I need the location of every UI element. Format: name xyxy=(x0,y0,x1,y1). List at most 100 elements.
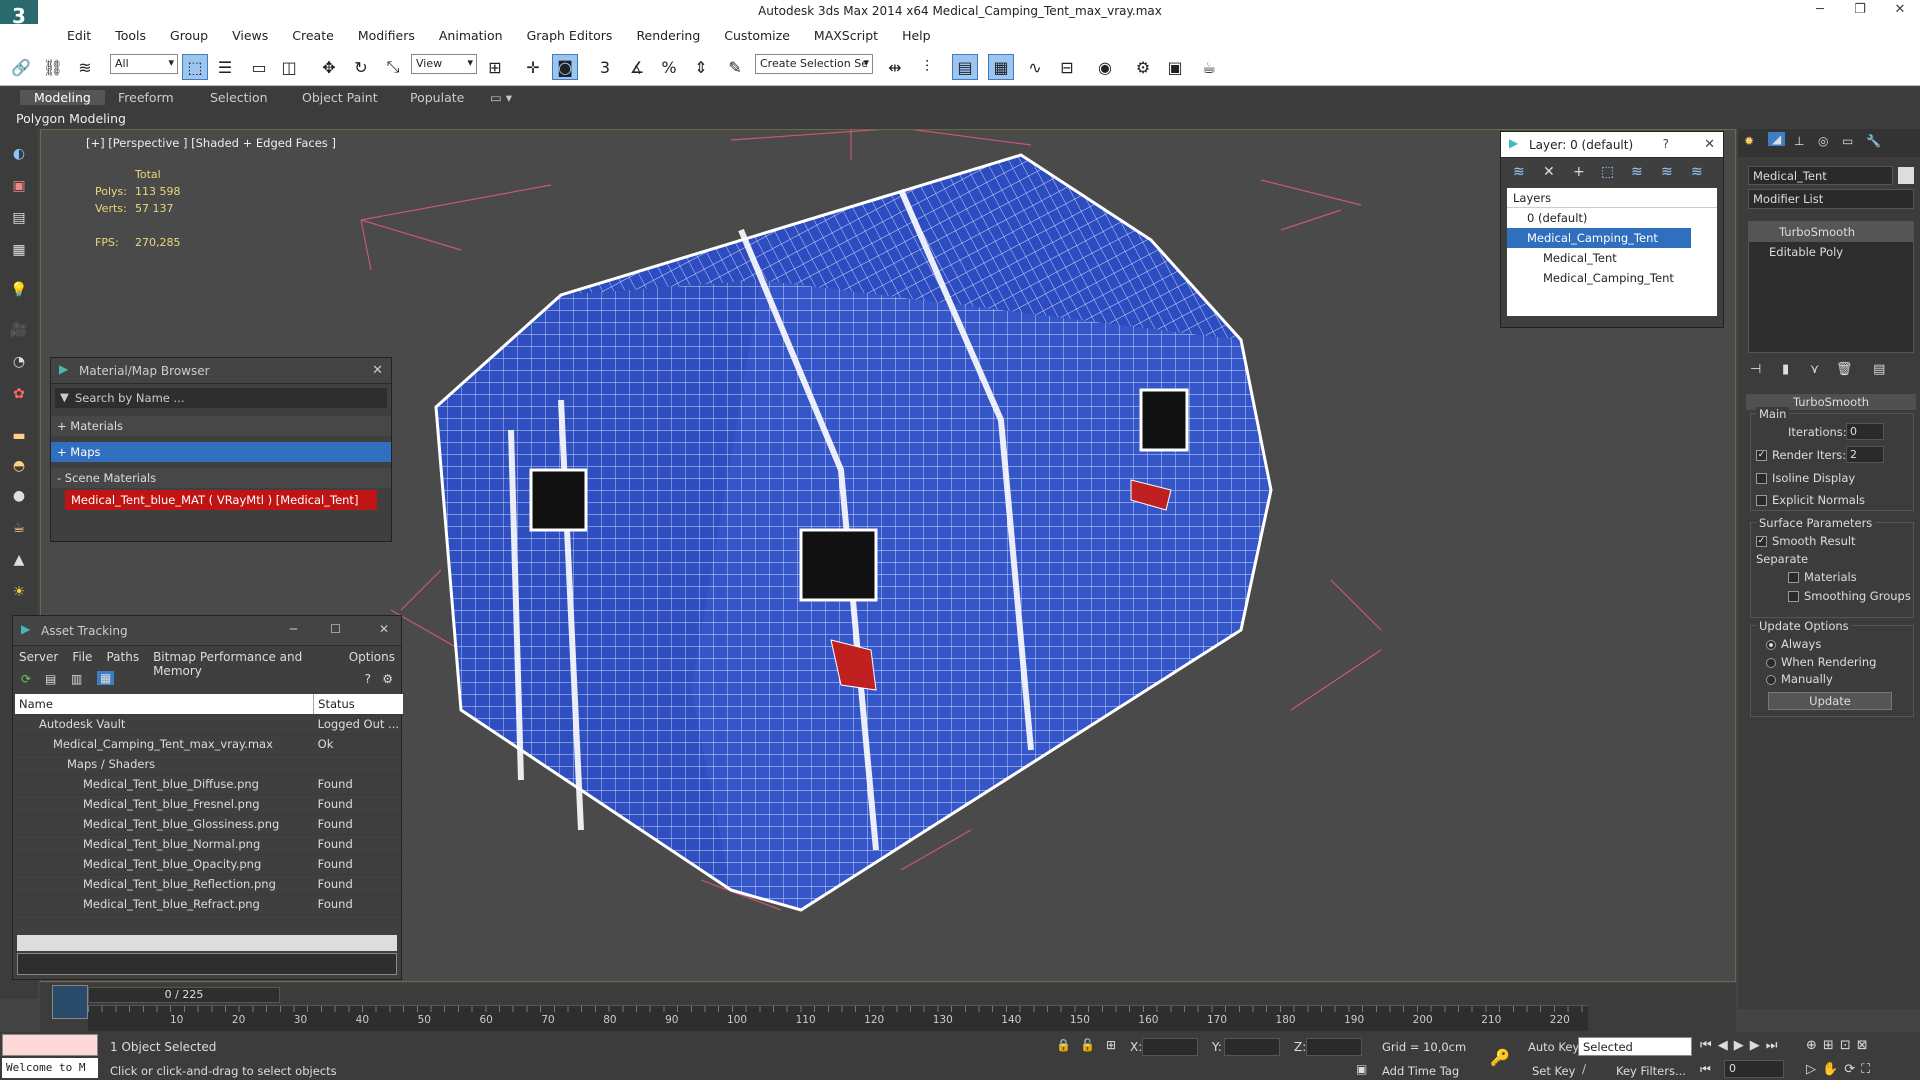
ref-coord-dropdown[interactable]: View xyxy=(411,54,477,74)
object-name-field[interactable]: Medical_Tent xyxy=(1748,166,1893,185)
select-in-layer-icon[interactable]: ⬚ xyxy=(1601,164,1614,180)
stack-item-turbosmooth[interactable]: TurboSmooth xyxy=(1749,222,1913,242)
fov-icon[interactable]: ▷ xyxy=(1806,1062,1822,1077)
box-icon[interactable]: ▬ xyxy=(8,425,30,447)
ribbon-options-icon[interactable]: ▭ ▾ xyxy=(490,90,512,105)
sun-icon[interactable]: ☀ xyxy=(8,581,30,603)
ribbon-polygon-modeling[interactable]: Polygon Modeling xyxy=(16,111,126,126)
list-icon[interactable]: ▤ xyxy=(45,672,56,686)
menu-views[interactable]: Views xyxy=(220,28,280,43)
layers-icon[interactable]: ▤ xyxy=(8,207,30,229)
key-mode-icon[interactable]: ⏮ xyxy=(1700,1062,1711,1077)
table-row[interactable]: Medical_Tent_blue_Opacity.png Found xyxy=(15,854,403,875)
menu-customize[interactable]: Customize xyxy=(712,28,802,43)
menu-help[interactable]: Help xyxy=(890,28,943,43)
table-row[interactable]: Medical_Camping_Tent_max_vray.max Ok xyxy=(15,734,403,755)
maximize-icon[interactable]: ☐ xyxy=(330,622,341,636)
rect-selection-icon[interactable]: ▭ xyxy=(246,54,272,80)
remove-modifier-icon[interactable]: 🗑 xyxy=(1836,362,1853,377)
menu-graph-editors[interactable]: Graph Editors xyxy=(515,28,625,43)
material-search-input[interactable]: ▼ Search by Name ... xyxy=(55,388,387,408)
goto-start-icon[interactable]: ⏮ xyxy=(1700,1038,1718,1053)
select-object-icon[interactable]: ⬚ xyxy=(182,54,208,80)
detail-icon[interactable]: ▥ xyxy=(71,672,82,686)
iterations-spinner[interactable]: 0 xyxy=(1846,423,1884,440)
show-end-result-icon[interactable]: ▮ xyxy=(1782,362,1789,377)
time-slider[interactable]: 0 / 225 xyxy=(88,987,280,1003)
render-production-icon[interactable]: ☕ xyxy=(1196,54,1222,80)
make-unique-icon[interactable]: ⋎ xyxy=(1810,362,1820,377)
tab-object-paint[interactable]: Object Paint xyxy=(302,90,378,105)
prev-frame-icon[interactable]: ◀ xyxy=(1718,1038,1734,1053)
col-name-header[interactable]: Name xyxy=(15,694,314,715)
schematic-view-icon[interactable]: ⊟ xyxy=(1054,54,1080,80)
when-rendering-radio[interactable] xyxy=(1766,657,1776,668)
add-to-layer-icon[interactable]: + xyxy=(1573,164,1585,180)
pivot-icon[interactable]: ⊞ xyxy=(482,54,508,80)
tab-selection[interactable]: Selection xyxy=(210,90,268,105)
table-row[interactable]: Medical_Tent_blue_Refract.png Found xyxy=(15,894,403,915)
close-button[interactable]: ✕ xyxy=(1880,2,1920,22)
play-icon[interactable]: ▶ xyxy=(1734,1038,1750,1053)
select-by-name-icon[interactable]: ☰ xyxy=(212,54,238,80)
zoom-all-icon[interactable]: ⊞ xyxy=(1823,1038,1840,1053)
add-time-tag[interactable]: Add Time Tag xyxy=(1382,1064,1459,1078)
menu-edit[interactable]: Edit xyxy=(55,28,103,43)
light-icon[interactable]: 💡 xyxy=(8,279,30,301)
sphere-icon[interactable]: ● xyxy=(8,485,30,507)
pan-icon[interactable]: ✋ xyxy=(1822,1062,1844,1077)
smoothing-groups-checkbox[interactable] xyxy=(1788,591,1799,602)
table-row[interactable]: Maps / Shaders xyxy=(15,754,403,775)
hierarchy-tab-icon[interactable]: ⊥ xyxy=(1794,134,1804,148)
highlight-layer-icon[interactable]: ≋ xyxy=(1631,164,1643,180)
current-frame-field[interactable]: 0 xyxy=(1724,1060,1784,1078)
freeze-layer-icon[interactable]: ≋ xyxy=(1691,164,1703,180)
render-iters-spinner[interactable]: 2 xyxy=(1846,446,1884,463)
scale-icon[interactable]: ⤡ xyxy=(380,54,406,80)
absolute-mode-icon[interactable]: ⊞ xyxy=(1106,1038,1116,1052)
asset-menu-paths[interactable]: Paths xyxy=(106,650,139,664)
modify-tab-icon[interactable]: ◢ xyxy=(1768,132,1786,146)
maximize-viewport-icon[interactable]: ⛶ xyxy=(1861,1062,1876,1077)
delete-layer-icon[interactable]: ✕ xyxy=(1543,164,1555,180)
render-icon[interactable]: ▣ xyxy=(8,175,30,197)
track-bar[interactable]: 10 20 30 40 50 60 70 80 90 100 110 120 130 140 150 160 1… xyxy=(88,1005,1588,1031)
rotate-icon[interactable]: ↻ xyxy=(348,54,374,80)
layer-object[interactable]: Medical_Tent xyxy=(1507,248,1717,268)
mirror-icon[interactable]: ⇹ xyxy=(882,54,908,80)
configure-sets-icon[interactable]: ▤ xyxy=(1873,362,1885,377)
menu-group[interactable]: Group xyxy=(158,28,220,43)
dynamics-icon[interactable]: ✿ xyxy=(8,383,30,405)
render-setup-icon[interactable]: ⚙ xyxy=(1130,54,1156,80)
isoline-checkbox[interactable] xyxy=(1756,473,1767,484)
key-mode-dropdown[interactable]: Selected xyxy=(1578,1037,1692,1056)
y-coordinate-field[interactable] xyxy=(1224,1038,1280,1056)
stack-item-editable-poly[interactable]: Editable Poly xyxy=(1749,242,1913,262)
auto-key-button[interactable]: Auto Key xyxy=(1528,1040,1579,1054)
table-row[interactable]: Medical_Tent_blue_Normal.png Found xyxy=(15,834,403,855)
selection-filter-dropdown[interactable]: All xyxy=(110,54,178,74)
percent-snap-icon[interactable]: % xyxy=(656,54,682,80)
utilities-tab-icon[interactable]: 🔧 xyxy=(1866,134,1881,148)
close-icon[interactable]: ✕ xyxy=(1704,137,1715,152)
orbit-icon[interactable]: ⟳ xyxy=(1844,1062,1861,1077)
col-status-header[interactable]: Status xyxy=(313,694,403,715)
refresh-icon[interactable]: ⟳ xyxy=(21,672,31,686)
new-layer-icon[interactable]: ≋ xyxy=(1513,164,1525,180)
layer-object[interactable]: Medical_Camping_Tent xyxy=(1507,268,1717,288)
render-iters-checkbox[interactable]: ✓ xyxy=(1756,450,1767,461)
zoom-extents-all-icon[interactable]: ⊠ xyxy=(1857,1038,1874,1053)
cone-icon[interactable]: ▲ xyxy=(8,549,30,571)
spinner-snap-icon[interactable]: ⇕ xyxy=(688,54,714,80)
align-icon[interactable]: ⫶ xyxy=(914,54,940,80)
next-frame-icon[interactable]: ▶ xyxy=(1750,1038,1766,1053)
modifier-list-dropdown[interactable]: Modifier List xyxy=(1748,189,1914,209)
layer-item[interactable]: 0 (default) xyxy=(1507,208,1717,228)
window-crossing-icon[interactable]: ◫ xyxy=(276,54,302,80)
menu-animation[interactable]: Animation xyxy=(427,28,515,43)
table-view-icon[interactable]: ▦ xyxy=(97,671,115,685)
tab-populate[interactable]: Populate xyxy=(410,90,464,105)
zoom-icon[interactable]: ⊕ xyxy=(1806,1038,1823,1053)
zoom-extents-icon[interactable]: ⊡ xyxy=(1840,1038,1857,1053)
smooth-result-checkbox[interactable]: ✓ xyxy=(1756,536,1767,547)
